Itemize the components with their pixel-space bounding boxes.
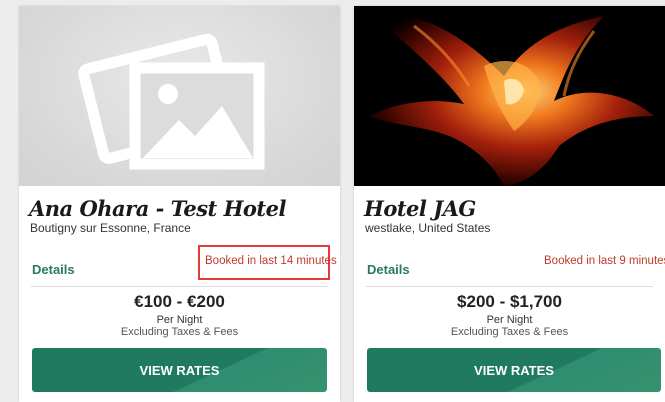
hotel-card[interactable]: Ana Ohara - Test Hotel Boutigny sur Esso… [19, 6, 340, 402]
taxes-note: Excluding Taxes & Fees [450, 326, 569, 338]
details-link[interactable]: Details [32, 262, 75, 277]
per-night-label: Per Night [156, 314, 203, 326]
price-range: €100 - €200 [134, 292, 225, 311]
hotel-image[interactable] [19, 6, 340, 186]
hotel-name[interactable]: Hotel JAG [364, 196, 476, 221]
hotel-name[interactable]: Ana Ohara - Test Hotel [29, 196, 286, 221]
booked-recently-text: Booked in last 9 minutes [544, 255, 665, 267]
taxes-note: Excluding Taxes & Fees [120, 326, 239, 338]
per-night-label: Per Night [486, 314, 533, 326]
hotel-location: Boutigny sur Essonne, France [30, 221, 191, 235]
phoenix-photo [354, 6, 665, 186]
hotel-image[interactable] [354, 6, 665, 186]
view-rates-button[interactable]: VIEW RATES [32, 348, 327, 392]
image-placeholder-icon [78, 33, 265, 170]
hotel-location: westlake, United States [365, 221, 491, 235]
view-rates-button[interactable]: VIEW RATES [367, 348, 661, 392]
price-range: $200 - $1,700 [457, 292, 562, 311]
divider [366, 286, 653, 287]
details-link[interactable]: Details [367, 262, 410, 277]
divider [31, 286, 328, 287]
booked-recently-text: Booked in last 14 minutes [205, 255, 337, 267]
hotel-card[interactable]: Hotel JAG westlake, United States Detail… [354, 6, 665, 402]
